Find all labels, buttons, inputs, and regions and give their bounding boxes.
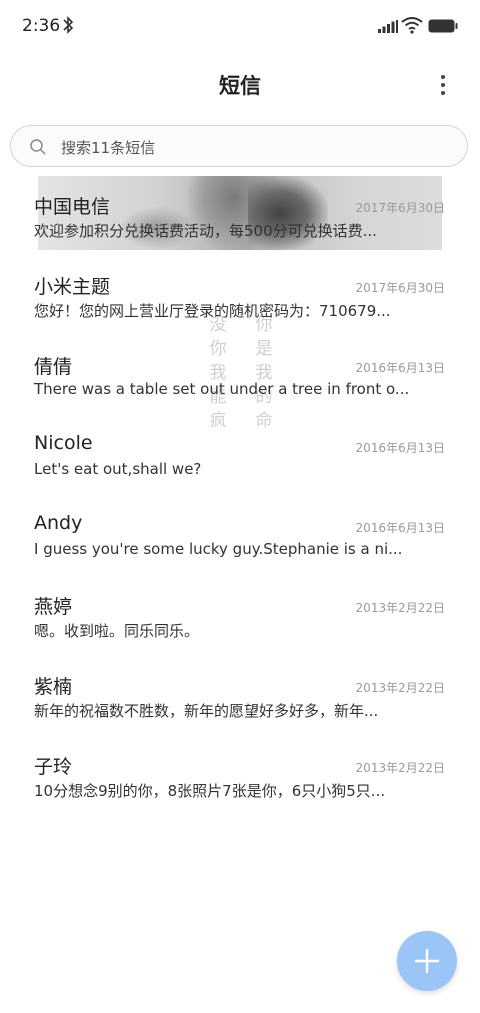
message-preview: Let's eat out,shall we? [34, 460, 202, 478]
conversation-item[interactable]: 倩倩 2016年6月13日 There was a table set out … [0, 338, 480, 418]
conversation-item[interactable]: 子玲 2013年2月22日 10分想念9别的你，8张照片7张是你，6只小狗5只.… [0, 738, 480, 818]
message-date: 2013年2月22日 [355, 601, 445, 615]
search-bar[interactable]: 搜索11条短信 [10, 125, 468, 167]
message-date: 2016年6月13日 [355, 521, 445, 535]
contact-name: 子玲 [34, 756, 73, 778]
status-time: 2:36 [22, 16, 61, 36]
wifi-icon [401, 17, 423, 34]
message-preview: There was a table set out under a tree i… [34, 380, 410, 398]
new-message-button[interactable] [397, 931, 457, 991]
bluetooth-icon [63, 16, 74, 34]
message-preview: 欢迎参加积分兑换话费活动，每500分可兑换话费... [34, 222, 377, 240]
conversation-list: 中国电信 2017年6月30日 欢迎参加积分兑换话费活动，每500分可兑换话费.… [0, 178, 480, 818]
plus-icon [414, 948, 440, 974]
message-date: 2016年6月13日 [355, 441, 445, 455]
search-icon [30, 139, 46, 155]
conversation-item[interactable]: 中国电信 2017年6月30日 欢迎参加积分兑换话费活动，每500分可兑换话费.… [0, 178, 480, 258]
conversation-item[interactable]: Andy 2016年6月13日 I guess you're some luck… [0, 498, 480, 578]
message-date: 2016年6月13日 [355, 361, 445, 375]
message-preview: I guess you're some lucky guy.Stephanie … [34, 540, 403, 558]
page-title: 短信 [219, 74, 261, 98]
message-date: 2017年6月30日 [355, 201, 445, 215]
conversation-item[interactable]: 紫楠 2013年2月22日 新年的祝福数不胜数，新年的愿望好多好多，新年... [0, 658, 480, 738]
message-date: 2013年2月22日 [355, 761, 445, 775]
message-preview: 10分想念9别的你，8张照片7张是你，6只小狗5只... [34, 782, 386, 800]
conversation-item[interactable]: Nicole 2016年6月13日 Let's eat out,shall we… [0, 418, 480, 498]
app-header: 短信 [0, 54, 480, 114]
status-bar: 2:36 [0, 0, 480, 54]
contact-name: 紫楠 [34, 676, 73, 698]
signal-icon [378, 20, 398, 33]
contact-name: 中国电信 [34, 196, 111, 218]
contact-name: Nicole [34, 432, 93, 454]
conversation-item[interactable]: 燕婷 2013年2月22日 嗯。收到啦。同乐同乐。 [0, 578, 480, 658]
battery-icon [428, 19, 458, 33]
search-input[interactable]: 搜索11条短信 [61, 137, 155, 158]
message-preview: 您好！您的网上营业厅登录的随机密码为：710679... [34, 302, 391, 320]
contact-name: 燕婷 [34, 596, 73, 618]
message-date: 2017年6月30日 [355, 281, 445, 295]
conversation-item[interactable]: 小米主题 2017年6月30日 您好！您的网上营业厅登录的随机密码为：71067… [0, 258, 480, 338]
more-vertical-icon[interactable] [431, 70, 455, 100]
contact-name: 倩倩 [34, 356, 73, 378]
message-date: 2013年2月22日 [355, 681, 445, 695]
contact-name: 小米主题 [34, 276, 111, 298]
messages-screen: 2:36 短信 搜索11条短信 没你我能疯 你是我的命 中国电信 2017年6月… [0, 0, 480, 1013]
message-preview: 新年的祝福数不胜数，新年的愿望好多好多，新年... [34, 702, 379, 720]
message-preview: 嗯。收到啦。同乐同乐。 [34, 622, 200, 640]
contact-name: Andy [34, 512, 83, 534]
